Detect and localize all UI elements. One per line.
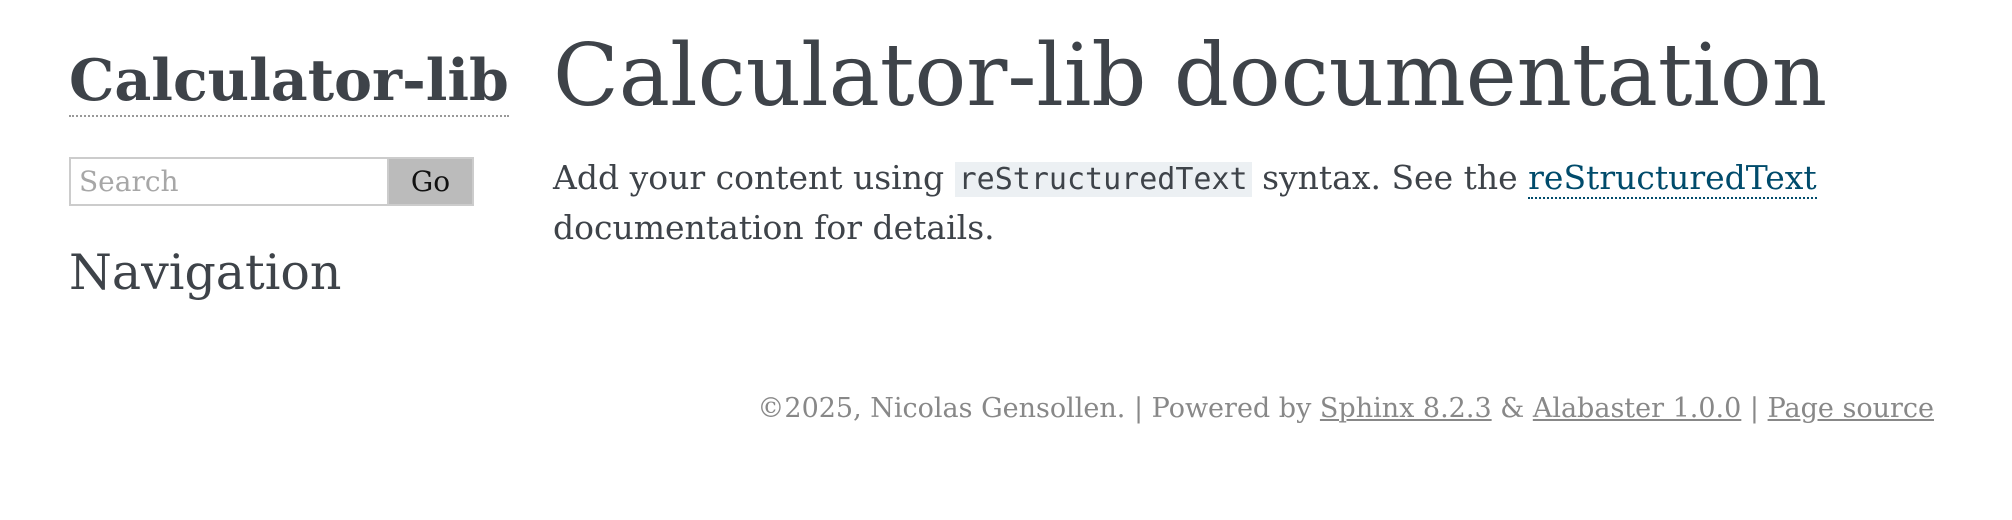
paragraph-text-middle: syntax. See the — [1251, 158, 1529, 197]
search-box: Go — [69, 157, 474, 206]
go-button[interactable]: Go — [389, 157, 474, 206]
footer: ©2025, Nicolas Gensollen. | Powered by S… — [757, 389, 1934, 429]
sphinx-link[interactable]: Sphinx 8.2.3 — [1320, 393, 1492, 424]
restructuredtext-link[interactable]: reStructuredText — [1528, 158, 1817, 199]
alabaster-link[interactable]: Alabaster 1.0.0 — [1533, 393, 1742, 424]
sidebar: Calculator-lib Go Navigation — [69, 50, 509, 301]
main-content: Calculator-lib documentation Add your co… — [553, 28, 1883, 252]
footer-ampersand: & — [1491, 393, 1533, 424]
inline-code: reStructuredText — [954, 162, 1252, 197]
paragraph-text-start: Add your content using — [553, 158, 955, 197]
navigation-heading: Navigation — [69, 244, 342, 301]
logo-link[interactable]: Calculator-lib — [69, 50, 509, 117]
page-title: Calculator-lib documentation — [553, 26, 1828, 126]
search-input[interactable] — [69, 157, 389, 206]
page-source-link[interactable]: Page source — [1768, 393, 1934, 424]
paragraph-text-end: documen­tation for details. — [553, 208, 995, 247]
copyright-text: ©2025, Nicolas Gensollen. — [757, 393, 1126, 424]
intro-paragraph: Add your content using reStructuredText … — [553, 154, 1883, 252]
footer-separator: | Powered by — [1125, 393, 1320, 424]
footer-separator: | — [1741, 393, 1768, 424]
